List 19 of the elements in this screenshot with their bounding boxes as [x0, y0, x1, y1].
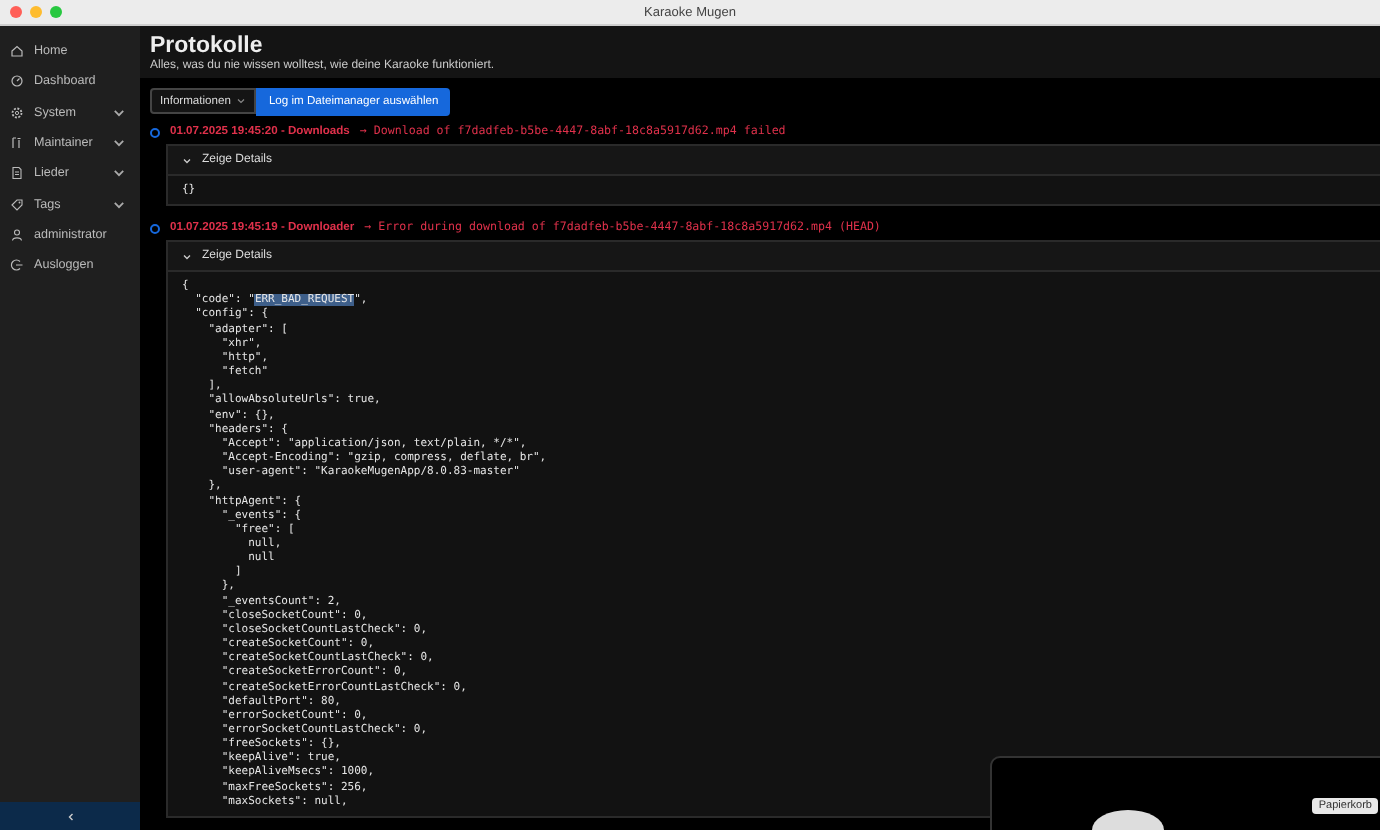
- page-title: Protokolle: [150, 34, 265, 58]
- chevron-down-icon: [236, 96, 247, 106]
- dashboard-icon: [10, 74, 24, 89]
- file-icon: [10, 166, 24, 181]
- tools-icon: [10, 136, 24, 151]
- home-icon: [10, 44, 24, 59]
- user-icon: [10, 227, 24, 242]
- close-button[interactable]: [10, 6, 22, 18]
- chevron-left-icon: [65, 812, 75, 822]
- minimize-button[interactable]: [30, 6, 42, 18]
- gear-icon: [10, 105, 24, 120]
- timeline-dot: [150, 223, 160, 234]
- chevron-down-icon: [182, 155, 192, 165]
- tag-icon: [10, 197, 24, 212]
- zoom-button[interactable]: [50, 6, 62, 18]
- collapse-sidebar-button[interactable]: [0, 802, 140, 830]
- timeline-dot: [150, 127, 160, 137]
- logout-icon: [10, 258, 24, 273]
- chevron-down-icon: [182, 251, 192, 262]
